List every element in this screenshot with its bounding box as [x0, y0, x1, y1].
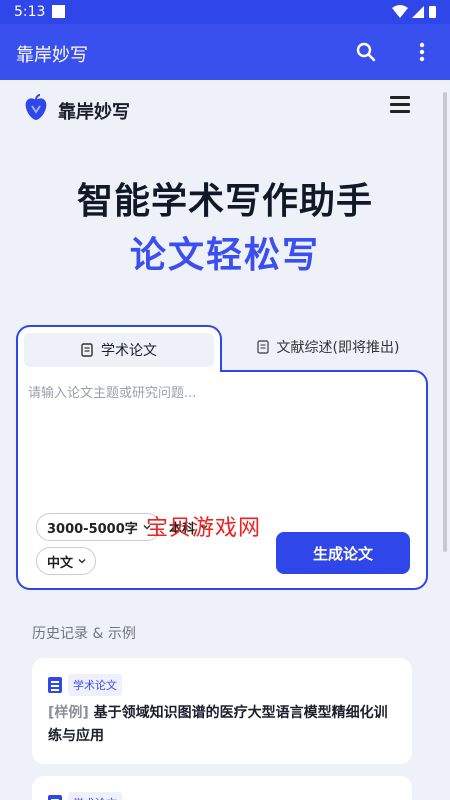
- status-time: 5:13: [14, 4, 46, 20]
- document-icon: [48, 795, 62, 800]
- history-item[interactable]: 学术论文: [32, 776, 412, 800]
- hero-subtitle: 论文轻松写: [129, 235, 320, 276]
- tab-literature-review[interactable]: 文献综述(即将推出): [228, 332, 428, 362]
- tag-label: 学术论文: [68, 792, 122, 800]
- generate-button[interactable]: 生成论文: [276, 532, 410, 574]
- hero-title: 智能学术写作助手: [76, 181, 373, 222]
- history-label: 历史记录 & 示例: [32, 626, 136, 642]
- logo-icon: [25, 94, 47, 120]
- topic-input[interactable]: 请输入论文主题或研究问题...: [28, 382, 196, 401]
- length-value: 3000-5000字: [47, 521, 138, 537]
- language-select[interactable]: 中文: [36, 547, 97, 575]
- document-icon: [48, 677, 62, 693]
- tag-label: 学术论文: [68, 674, 122, 696]
- more-vert-icon[interactable]: [410, 40, 434, 64]
- document-icon: [256, 340, 269, 354]
- brand-name: 靠岸妙写: [58, 102, 130, 123]
- hamburger-menu-icon[interactable]: [390, 96, 412, 116]
- history-tag: 学术论文: [48, 792, 122, 800]
- search-icon[interactable]: [354, 40, 378, 64]
- tab-academic-paper[interactable]: 学术论文: [16, 325, 222, 374]
- tab-label: 文献综述(即将推出): [276, 340, 400, 356]
- history-tag: 学术论文: [48, 674, 122, 696]
- status-icons: [392, 5, 436, 18]
- editor-card: 请输入论文主题或研究问题... 3000-5000字 本科 中文 生成论文: [16, 370, 428, 590]
- status-bar: 5:13: [0, 0, 450, 24]
- document-icon: [81, 343, 93, 357]
- app-title: 靠岸妙写: [16, 45, 88, 66]
- watermark: 宝贝游戏网: [146, 516, 262, 541]
- history-item[interactable]: 学术论文 [样例] 基于领域知识图谱的医疗大型语言模型精细化训练与应用: [32, 658, 412, 764]
- language-value: 中文: [47, 555, 74, 571]
- chevron-down-icon: [78, 558, 86, 564]
- scrollbar[interactable]: [443, 92, 447, 552]
- paper-title: 基于领域知识图谱的医疗大型语言模型精细化训练与应用: [48, 705, 388, 744]
- length-select[interactable]: 3000-5000字: [36, 513, 161, 541]
- history-title: [样例] 基于领域知识图谱的医疗大型语言模型精细化训练与应用: [48, 702, 398, 748]
- app-bar: 靠岸妙写: [0, 24, 450, 80]
- sample-prefix: [样例]: [48, 705, 89, 721]
- tab-label: 学术论文: [101, 343, 157, 359]
- notification-icon: [52, 5, 65, 18]
